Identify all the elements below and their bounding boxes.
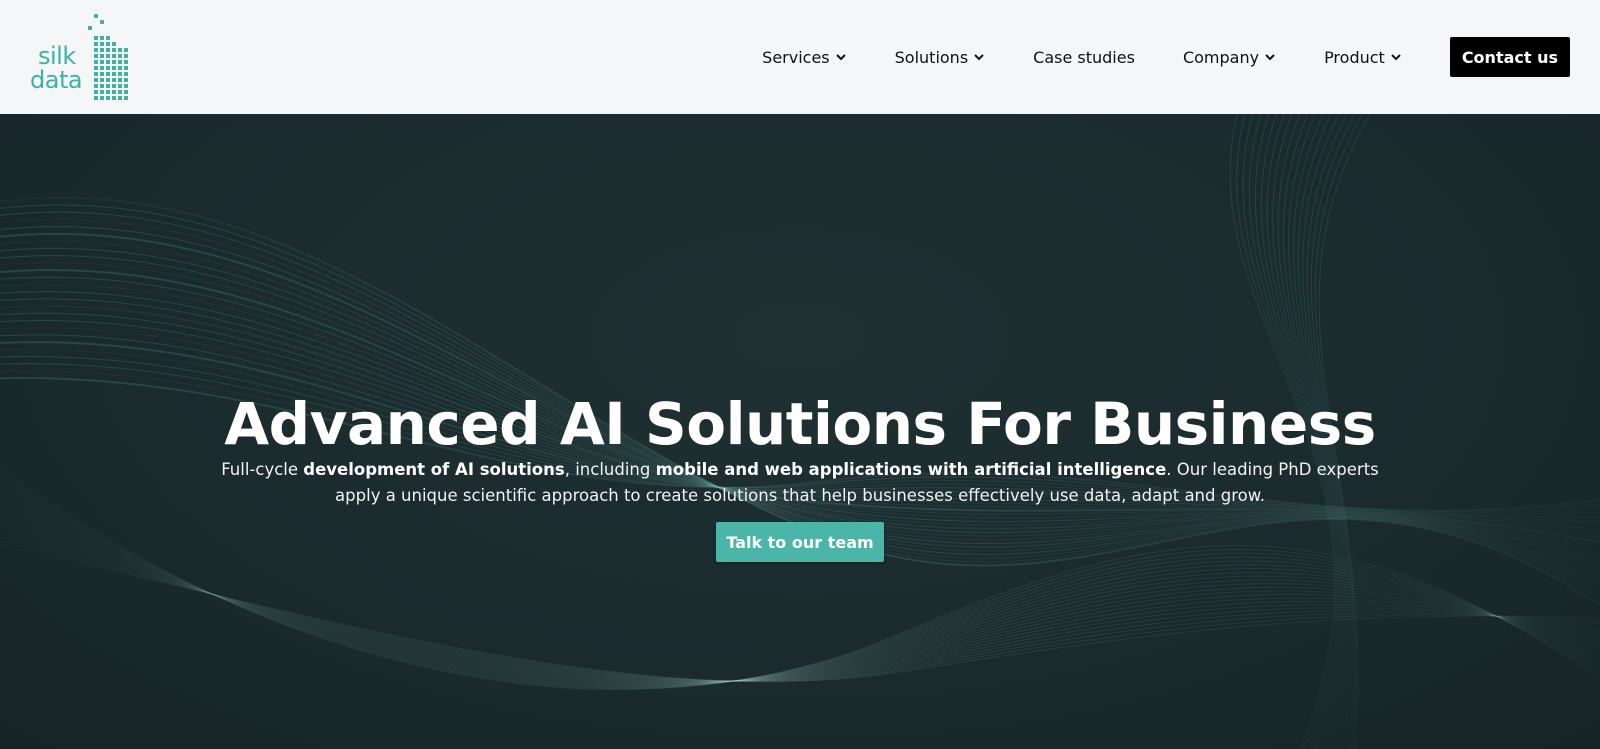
nav-item-label: Company [1182, 47, 1260, 67]
logo-dot [112, 60, 116, 64]
logo-dot [106, 78, 110, 82]
talk-to-our-team-button[interactable]: Talk to our team [716, 522, 884, 562]
hero-title: Advanced AI Solutions For Business [224, 389, 1376, 458]
logo-dot [100, 78, 104, 82]
logo-dot [94, 14, 98, 18]
chevron-down-icon [835, 54, 846, 61]
logo-dot [100, 84, 104, 88]
nav-item-services[interactable]: Services [762, 48, 846, 67]
logo-dot [118, 78, 122, 82]
site-header: silk data Services Solutions Case studie… [0, 0, 1600, 114]
logo-dot [106, 66, 110, 70]
logo-dot [94, 96, 98, 100]
logo-dot [112, 72, 116, 76]
nav-item-label: Solutions [894, 47, 969, 67]
logo-dot [94, 42, 98, 46]
logo-dot [112, 84, 116, 88]
logo-dot [124, 78, 128, 82]
logo-text-line2: data [30, 66, 83, 94]
logo-dot [106, 96, 110, 100]
nav-item-label: Services [762, 47, 830, 67]
logo-dot [106, 48, 110, 52]
logo-dot [118, 48, 122, 52]
nav-item-company[interactable]: Company [1183, 48, 1276, 67]
logo-dot [100, 60, 104, 64]
logo-dot [100, 42, 104, 46]
logo-dot [124, 84, 128, 88]
logo-dot [94, 84, 98, 88]
logo-dot [106, 60, 110, 64]
logo-dot [112, 78, 116, 82]
logo-dot [112, 48, 116, 52]
logo-dot [124, 66, 128, 70]
nav-item-product[interactable]: Product [1324, 48, 1402, 67]
logo-dot [94, 66, 98, 70]
logo-dot [106, 72, 110, 76]
logo-dot [124, 60, 128, 64]
logo-dot [124, 96, 128, 100]
logo-dot [118, 72, 122, 76]
logo-dot [112, 96, 116, 100]
logo-dot [124, 54, 128, 58]
chevron-down-icon [974, 54, 984, 61]
hero-sub-bold: mobile and web applications with artific… [655, 459, 1167, 479]
logo-dot [100, 36, 104, 40]
logo-dot [106, 42, 110, 46]
logo-dot [94, 72, 98, 76]
logo-dot [94, 48, 98, 52]
logo-dot [94, 78, 98, 82]
logo-dot [124, 48, 128, 52]
logo-dot [94, 54, 98, 58]
logo-dot [118, 60, 122, 64]
chevron-down-icon [1265, 54, 1275, 61]
logo-dot [100, 96, 104, 100]
logo-dot [112, 54, 116, 58]
nav-item-label: Product [1324, 47, 1385, 67]
logo-dot [118, 54, 122, 58]
logo-dot [100, 66, 104, 70]
chevron-down-icon [1391, 54, 1401, 61]
logo-dot [100, 90, 104, 94]
logo-dot [94, 90, 98, 94]
logo-dot [100, 72, 104, 76]
hero-sub-part: , including [564, 459, 656, 479]
nav-item-label: Case studies [1033, 47, 1135, 67]
logo-dot [112, 90, 116, 94]
logo-text-line1: silk [38, 42, 76, 70]
nav-item-solutions[interactable]: Solutions [895, 48, 986, 67]
hero-sub-part: Full-cycle [221, 459, 304, 479]
contact-us-button[interactable]: Contact us [1449, 37, 1570, 77]
main-nav: Services Solutions Case studies Company … [762, 36, 1570, 78]
logo-dot [106, 90, 110, 94]
logo-dot [118, 96, 122, 100]
logo-dot [118, 90, 122, 94]
logo-dot [106, 36, 110, 40]
hero-section: Advanced AI Solutions For Business Full-… [0, 114, 1600, 749]
logo-dot [106, 54, 110, 58]
logo-dot [112, 42, 116, 46]
hero-subtitle: Full-cycle development of AI solutions, … [200, 457, 1400, 509]
logo-dot [124, 72, 128, 76]
logo-dot [118, 84, 122, 88]
logo-dot [100, 54, 104, 58]
silk-data-logo[interactable]: silk data [28, 12, 132, 102]
hero-sub-bold: development of AI solutions [303, 459, 565, 479]
logo-dot [88, 26, 92, 30]
logo-dot [100, 20, 104, 24]
logo-dot [100, 48, 104, 52]
nav-item-case-studies[interactable]: Case studies [1033, 48, 1135, 67]
logo-dot [106, 84, 110, 88]
logo-dot [94, 60, 98, 64]
logo-dot [118, 66, 122, 70]
logo-dot [124, 90, 128, 94]
logo-dot [112, 66, 116, 70]
logo-dot [94, 36, 98, 40]
